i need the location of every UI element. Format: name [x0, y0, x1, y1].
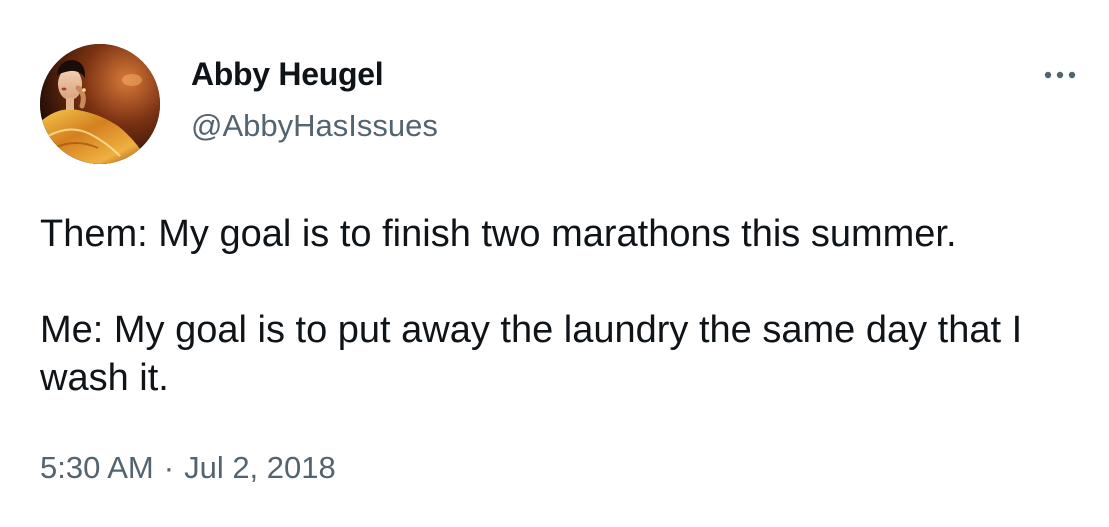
more-horizontal-icon	[1044, 71, 1076, 79]
tweet-time: 5:30 AM	[40, 450, 154, 485]
tweet-card: Abby Heugel @AbbyHasIssues Them: My goal…	[0, 0, 1109, 527]
timestamp[interactable]: 5:30 AM · Jul 2, 2018	[40, 450, 336, 486]
tweet-line: Me: My goal is to put away the laundry t…	[40, 309, 1023, 399]
avatar[interactable]	[40, 44, 160, 164]
profile-photo-icon	[40, 44, 160, 164]
timestamp-separator: ·	[163, 450, 175, 485]
tweet-date: Jul 2, 2018	[184, 450, 336, 485]
more-options-button[interactable]	[1040, 60, 1080, 90]
tweet-text: Them: My goal is to finish two marathons…	[40, 210, 1080, 402]
tweet-line: Them: My goal is to finish two marathons…	[40, 213, 957, 255]
author-handle[interactable]: @AbbyHasIssues	[191, 108, 438, 144]
author-name[interactable]: Abby Heugel	[191, 56, 384, 93]
